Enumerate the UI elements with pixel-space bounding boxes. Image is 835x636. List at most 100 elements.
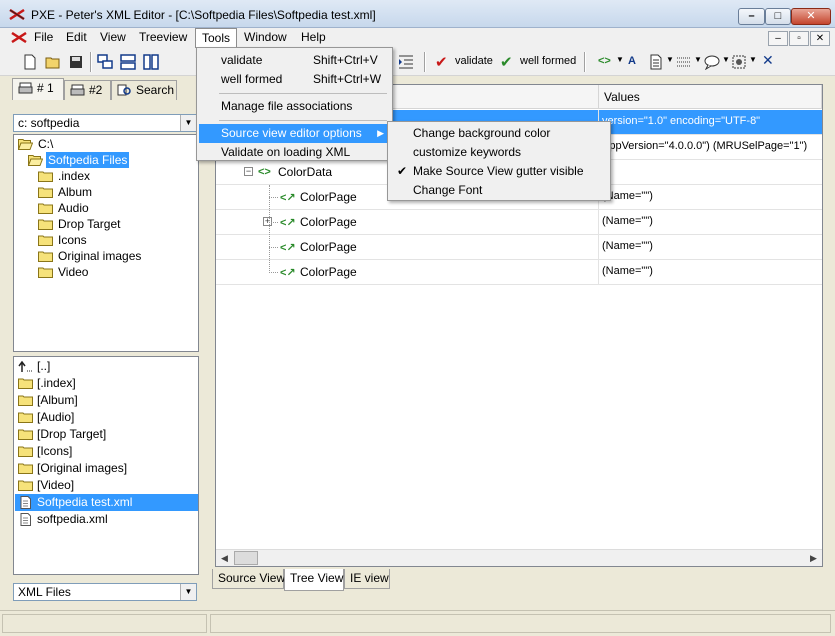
- file-list-item[interactable]: [Original images]: [15, 460, 198, 477]
- file-list-item[interactable]: [.index]: [15, 375, 198, 392]
- tag-icon[interactable]: <>: [598, 55, 611, 67]
- indent-icon[interactable]: [398, 54, 414, 70]
- tab-tree-view[interactable]: Tree View: [284, 569, 344, 591]
- file-list-label: [Album]: [37, 393, 78, 407]
- chevron-down-icon[interactable]: ▼: [666, 55, 674, 64]
- scroll-thumb[interactable]: [234, 551, 258, 565]
- submenu-item[interactable]: Change background color: [390, 124, 608, 143]
- dir-tree-item[interactable]: Audio: [14, 200, 198, 216]
- tab-search[interactable]: Search: [111, 80, 177, 100]
- save-icon[interactable]: [68, 54, 84, 70]
- chevron-down-icon[interactable]: ▼: [749, 55, 757, 64]
- dir-tree-item[interactable]: Video: [14, 264, 198, 280]
- horizontal-scrollbar[interactable]: ◀ ▶: [216, 549, 822, 566]
- menu-edit[interactable]: Edit: [60, 28, 93, 48]
- menu-help[interactable]: Help: [295, 28, 332, 48]
- scroll-right-icon[interactable]: ▶: [805, 550, 822, 566]
- validate-check-icon[interactable]: ✔: [435, 53, 448, 71]
- well-formed-check-icon[interactable]: ✔: [500, 53, 513, 71]
- mdi-minimize-button[interactable]: –: [768, 31, 788, 46]
- file-list-item[interactable]: softpedia.xml: [15, 511, 198, 528]
- scroll-left-icon[interactable]: ◀: [216, 550, 233, 566]
- cascade-windows-icon[interactable]: [97, 54, 113, 70]
- attribute-icon[interactable]: A: [628, 55, 636, 67]
- open-folder-icon: [17, 138, 34, 150]
- well-formed-button[interactable]: well formed: [520, 55, 576, 67]
- processing-instruction-icon[interactable]: [731, 54, 747, 70]
- dir-tree-item[interactable]: Softpedia Files: [14, 152, 198, 168]
- tab-ie-view[interactable]: IE view: [344, 569, 390, 589]
- mdi-close-button[interactable]: ✕: [810, 31, 830, 46]
- menu-item-validate[interactable]: validate Shift+Ctrl+V: [199, 51, 390, 70]
- file-filter-select[interactable]: XML Files ▼: [13, 583, 197, 601]
- chevron-down-icon[interactable]: ▼: [616, 55, 624, 64]
- submenu-item[interactable]: Change Font: [390, 181, 608, 200]
- folder-icon: [38, 266, 53, 278]
- menu-item-source-view-editor-options[interactable]: Source view editor options ▶: [199, 124, 390, 143]
- open-folder-icon[interactable]: [45, 54, 61, 70]
- new-file-icon[interactable]: [22, 54, 38, 70]
- chevron-down-icon[interactable]: ▼: [694, 55, 702, 64]
- menu-treeview[interactable]: Treeview: [133, 28, 193, 48]
- chevron-down-icon[interactable]: ▼: [180, 115, 196, 131]
- mdi-document-icon[interactable]: [11, 32, 27, 43]
- tree-connector: [269, 247, 278, 248]
- file-list-item[interactable]: [Video]: [15, 477, 198, 494]
- chevron-down-icon[interactable]: ▼: [180, 584, 196, 600]
- mdi-restore-button[interactable]: ▫: [789, 31, 809, 46]
- menu-window[interactable]: Window: [238, 28, 293, 48]
- menu-item-manage-file-associations[interactable]: Manage file associations: [199, 97, 390, 116]
- tree-node-row[interactable]: <↗ ColorPage (Name=""): [216, 235, 822, 260]
- submenu-item[interactable]: customize keywords: [390, 143, 608, 162]
- comment-bubble-icon[interactable]: [704, 54, 720, 70]
- file-list-item[interactable]: [Audio]: [15, 409, 198, 426]
- dir-tree-item[interactable]: C:\: [14, 136, 198, 152]
- file-list-label: [.index]: [37, 376, 76, 390]
- dir-tree-item[interactable]: Original images: [14, 248, 198, 264]
- file-list-item[interactable]: [Icons]: [15, 443, 198, 460]
- drive-select[interactable]: c: softpedia ▼: [13, 114, 197, 132]
- file-list-label: [Video]: [37, 478, 75, 492]
- close-icon: ✕: [806, 10, 816, 22]
- tab-1[interactable]: # 1: [12, 78, 64, 100]
- chevron-down-icon[interactable]: ▼: [722, 55, 730, 64]
- submenu-item-label: customize keywords: [413, 145, 522, 159]
- menu-view[interactable]: View: [94, 28, 132, 48]
- file-list-item[interactable]: [..]: [15, 358, 198, 375]
- menu-item-validate-on-loading[interactable]: Validate on loading XML: [199, 143, 390, 162]
- close-button[interactable]: ✕: [791, 8, 831, 25]
- tab-source-view[interactable]: Source View: [212, 569, 285, 589]
- delete-node-icon[interactable]: ✕: [762, 52, 774, 69]
- maximize-button[interactable]: □: [765, 8, 791, 25]
- submenu-item[interactable]: ✔ Make Source View gutter visible: [390, 162, 608, 181]
- dir-tree-item[interactable]: Drop Target: [14, 216, 198, 232]
- file-list-item[interactable]: Softpedia test.xml: [15, 494, 198, 511]
- submenu-item-label: Change Font: [413, 183, 483, 197]
- folder-icon: [38, 218, 53, 230]
- dir-tree-item[interactable]: .index: [14, 168, 198, 184]
- file-list-item[interactable]: [Album]: [15, 392, 198, 409]
- tree-node-row[interactable]: <↗ ColorPage (Name=""): [216, 260, 822, 285]
- validate-button[interactable]: validate: [455, 55, 493, 67]
- collapse-icon[interactable]: −: [244, 167, 253, 176]
- dir-tree-label: Drop Target: [58, 217, 121, 231]
- file-list-item[interactable]: [Drop Target]: [15, 426, 198, 443]
- minimize-button[interactable]: –: [738, 8, 765, 25]
- tree-node-row[interactable]: + <↗ ColorPage (Name=""): [216, 210, 822, 235]
- child-element-icon: <↗: [280, 267, 296, 279]
- dir-tree-item[interactable]: Icons: [14, 232, 198, 248]
- menu-file[interactable]: File: [28, 28, 59, 48]
- dir-tree-item[interactable]: Album: [14, 184, 198, 200]
- document-icon[interactable]: [648, 54, 664, 70]
- menu-item-well-formed[interactable]: well formed Shift+Ctrl+W: [199, 70, 390, 89]
- dir-tree-label: Softpedia Files: [46, 152, 130, 168]
- values-column-header[interactable]: Values: [599, 85, 822, 109]
- tab-2[interactable]: #2: [64, 80, 111, 100]
- column-divider: [598, 260, 599, 285]
- tile-horizontal-icon[interactable]: [120, 54, 136, 70]
- menu-tools[interactable]: Tools: [195, 28, 238, 48]
- tile-vertical-icon[interactable]: [143, 54, 159, 70]
- menu-item-label: Manage file associations: [221, 99, 353, 113]
- drive-select-value: c: softpedia: [18, 116, 80, 130]
- grid-icon[interactable]: [676, 54, 692, 70]
